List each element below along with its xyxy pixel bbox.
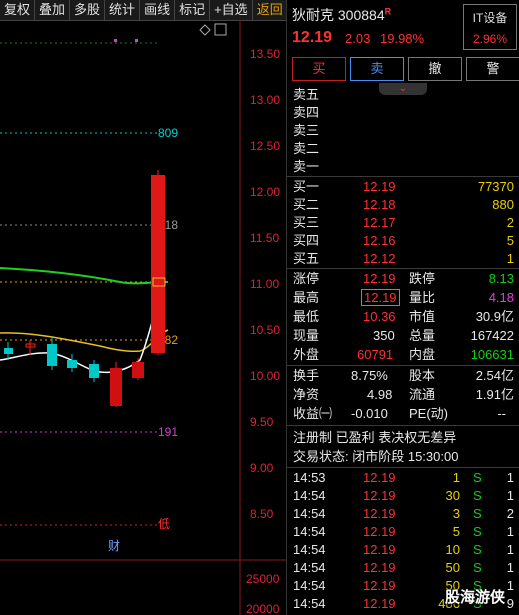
finance-marker[interactable]: 财	[108, 539, 120, 553]
toolbar-overlay-button[interactable]: 叠加	[35, 0, 71, 20]
svg-text:25000: 25000	[246, 572, 280, 586]
sell-order-row: 卖五	[293, 87, 320, 102]
toolbar-multi-stock-button[interactable]: 多股	[70, 0, 106, 20]
stock-name: 狄耐克 300884R	[292, 6, 392, 23]
quote-row: 现量 350 总量 167422	[293, 328, 514, 343]
ma-yellow-line	[0, 329, 169, 352]
svg-text:10.00: 10.00	[250, 369, 280, 383]
svg-text:20000: 20000	[246, 602, 280, 615]
buy-button[interactable]: 买	[292, 57, 346, 81]
svg-text:13.00: 13.00	[250, 93, 280, 107]
trade-status: 交易状态: 闭市阶段 15:30:00	[293, 449, 459, 464]
tick-row: 14:54 12.19 5 S 1	[293, 524, 514, 539]
toolbar-add-watchlist-button[interactable]: +自选	[210, 0, 253, 20]
fib-809-label: 809	[158, 126, 178, 140]
quote-row: 最低 10.36 市值 30.9亿	[293, 309, 514, 324]
kline-chart[interactable]: 809 618 382 191 低 13.50 13.00 12.50 12.0…	[0, 20, 286, 615]
alert-button[interactable]: 警	[466, 57, 519, 81]
candle-down	[47, 344, 57, 366]
svg-text:11.50: 11.50	[250, 231, 279, 245]
ma-green-line	[0, 267, 169, 285]
quote-row: 换手 8.75% 股本 2.54亿	[293, 368, 514, 383]
candle-down	[67, 360, 77, 368]
tick-row: 14:53 12.19 1 S 1	[293, 470, 514, 485]
sell-order-row: 卖二	[293, 141, 320, 156]
watermark: 股海游侠	[445, 589, 506, 606]
svg-text:12.00: 12.00	[250, 185, 280, 199]
svg-text:8.50: 8.50	[250, 507, 274, 521]
svg-text:9.50: 9.50	[250, 415, 274, 429]
current-price: 12.19	[292, 29, 333, 46]
quote-row: 净资 4.98 流通 1.91亿	[293, 387, 514, 402]
divider	[287, 467, 519, 468]
price-axis: 13.50 13.00 12.50 12.00 11.50 11.00 10.5…	[246, 47, 280, 615]
candle-down	[89, 364, 99, 378]
price-change-pct: 19.98%	[380, 31, 425, 46]
buy-order-row[interactable]: 买一 12.19 77370	[287, 178, 519, 196]
toolbar-return-button[interactable]: 返回	[253, 0, 287, 20]
tick-row: 14:54 12.19 50 S 1	[293, 560, 514, 575]
divider	[287, 268, 519, 269]
tick-row: 14:54 12.19 3 S 2	[293, 506, 514, 521]
svg-text:10.50: 10.50	[250, 323, 280, 337]
stock-code: 300884	[337, 7, 385, 23]
quote-row: 涨停 12.19 跌停 8.13	[293, 271, 514, 286]
divider	[287, 365, 519, 366]
divider	[287, 425, 519, 426]
toolbar-draw-line-button[interactable]: 画线	[140, 0, 176, 20]
top-mark	[135, 39, 138, 42]
divider	[287, 176, 519, 177]
svg-text:12.50: 12.50	[250, 139, 280, 153]
candles	[4, 170, 165, 407]
chart-toolbar: 复权 叠加 多股 统计 画线 标记 +自选 返回	[0, 0, 286, 21]
sell-order-row: 卖四	[293, 105, 320, 120]
sell-order-row: 卖三	[293, 123, 320, 138]
ma-white-line	[0, 301, 159, 374]
buy-order-row[interactable]: 买四 12.16 5	[287, 232, 519, 250]
stock-tags: 注册制 已盈利 表决权无差异	[293, 430, 457, 445]
candle-down	[4, 348, 13, 354]
svg-text:13.50: 13.50	[250, 47, 280, 61]
diamond-icon[interactable]	[199, 24, 211, 36]
candle-up	[110, 368, 122, 406]
toolbar-fuquan-button[interactable]: 复权	[0, 0, 36, 20]
svg-text:11.00: 11.00	[250, 277, 279, 291]
close-icon[interactable]	[214, 23, 227, 36]
tick-row: 14:54 12.19 30 S 1	[293, 488, 514, 503]
svg-text:9.00: 9.00	[250, 461, 274, 475]
low-label: 低	[158, 517, 170, 531]
cancel-button[interactable]: 撤	[408, 57, 462, 81]
sell-order-row: 卖一	[293, 159, 320, 174]
sector-pct: 2.96%	[472, 32, 508, 46]
sell-button[interactable]: 卖	[350, 57, 404, 81]
top-mark	[114, 39, 117, 42]
tick-row: 14:54 12.19 10 S 1	[293, 542, 514, 557]
fib-191-label: 191	[158, 425, 178, 439]
buy-order-row[interactable]: 买五 12.12 1	[287, 250, 519, 268]
buy-order-row[interactable]: 买三 12.17 2	[287, 214, 519, 232]
quote-row: 收益㈠ -0.010 PE(动) --	[293, 406, 506, 421]
buy-order-row[interactable]: 买二 12.18 880	[287, 196, 519, 214]
quote-row: 最高 12.19 量比 4.18	[293, 289, 514, 306]
quote-row: 外盘 60791 内盘 106631	[293, 347, 514, 362]
stock-badge: R	[384, 6, 392, 17]
quote-panel: 狄耐克 300884R 12.19 2.03 19.98% IT设备 2.96%…	[286, 0, 519, 615]
sector-name: IT设备	[472, 11, 508, 25]
candle-up	[132, 362, 144, 378]
sector-box[interactable]: IT设备 2.96%	[463, 4, 517, 50]
candle-limit-up	[151, 175, 165, 353]
toolbar-stats-button[interactable]: 统计	[105, 0, 141, 20]
price-change: 2.03	[345, 31, 371, 46]
toolbar-mark-button[interactable]: 标记	[175, 0, 211, 20]
